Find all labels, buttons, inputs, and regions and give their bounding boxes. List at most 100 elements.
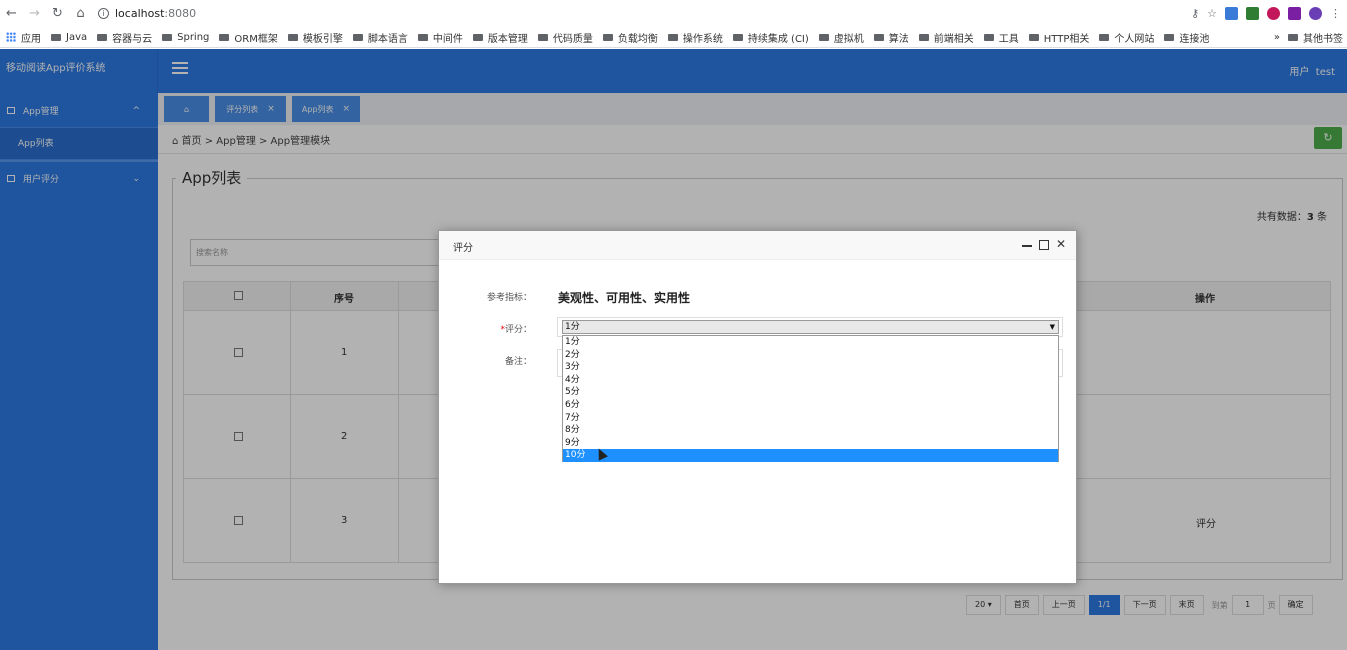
- info-icon[interactable]: i: [98, 8, 109, 19]
- bookmark-folder[interactable]: 算法: [873, 30, 909, 45]
- score-option[interactable]: 10分: [563, 449, 1058, 462]
- folder-icon: [1028, 33, 1039, 41]
- bookmark-label: 工具: [998, 33, 1019, 45]
- close-icon[interactable]: ✕: [1056, 237, 1066, 251]
- key-icon[interactable]: ⚷: [1191, 7, 1199, 20]
- score-option[interactable]: 2分: [563, 349, 1058, 362]
- dialog-header: 评分 ✕: [439, 231, 1076, 260]
- bookmark-label: 模板引擎: [302, 33, 343, 45]
- folder-icon: [219, 33, 230, 41]
- folder-icon: [602, 33, 613, 41]
- bookmark-label: Spring: [177, 31, 210, 43]
- home-icon[interactable]: ⌂: [69, 6, 92, 21]
- folder-icon: [162, 33, 173, 41]
- folder-icon: [983, 33, 994, 41]
- bookmark-label: 中间件: [432, 33, 463, 45]
- folder-icon: [51, 33, 61, 41]
- bookmark-folder[interactable]: 工具: [983, 30, 1019, 45]
- folder-icon: [818, 33, 829, 41]
- bookmark-label: 负载均衡: [617, 33, 658, 45]
- score-options-list: 1分 2分 3分 4分 5分 6分 7分 8分 9分 10分: [562, 335, 1059, 462]
- address-bar[interactable]: i localhost:8080: [98, 7, 196, 20]
- dropdown-arrow-icon: ▼: [1049, 323, 1055, 331]
- folder-icon: [732, 33, 743, 41]
- bookmark-folder[interactable]: Spring: [162, 32, 209, 43]
- bookmark-folder[interactable]: 中间件: [417, 30, 463, 45]
- back-icon[interactable]: ←: [0, 6, 23, 21]
- maximize-icon[interactable]: [1038, 240, 1049, 250]
- dialog-title: 评分: [453, 243, 473, 254]
- bookmark-folder[interactable]: HTTP相关: [1028, 30, 1090, 45]
- bookmark-label: 操作系统: [682, 33, 723, 45]
- ref-value: 美观性、可用性、实用性: [558, 291, 691, 305]
- bookmark-apps[interactable]: 应用: [6, 30, 41, 45]
- rating-dialog: 评分 ✕ 参考指标： 美观性、可用性、实用性 *评分： 备注： 1分 ▼ 1分 2…: [438, 230, 1077, 584]
- bookmark-folder[interactable]: 负载均衡: [602, 30, 658, 45]
- bookmark-folder[interactable]: Java: [51, 32, 87, 43]
- bookmark-label: 持续集成 (CI): [747, 33, 809, 45]
- score-option[interactable]: 6分: [563, 399, 1058, 412]
- bookmark-label: 前端相关: [933, 33, 974, 45]
- score-select[interactable]: 1分 ▼: [562, 320, 1059, 334]
- remark-label: 备注：: [504, 357, 532, 367]
- folder-icon: [1099, 33, 1110, 41]
- folder-icon: [97, 33, 108, 41]
- profile-avatar[interactable]: [1309, 7, 1322, 20]
- star-icon[interactable]: ☆: [1207, 7, 1217, 20]
- bookmark-folder[interactable]: 个人网站: [1099, 30, 1154, 45]
- bookmark-folder[interactable]: 其他书签: [1288, 30, 1343, 45]
- score-option[interactable]: 9分: [563, 437, 1058, 450]
- score-option[interactable]: 8分: [563, 424, 1058, 437]
- reload-icon[interactable]: ↻: [46, 6, 69, 21]
- score-option[interactable]: 4分: [563, 374, 1058, 387]
- score-option[interactable]: 5分: [563, 386, 1058, 399]
- more-bookmarks-icon[interactable]: »: [1274, 32, 1280, 43]
- score-option[interactable]: 1分: [563, 336, 1058, 349]
- extension-icon[interactable]: [1225, 7, 1238, 20]
- bookmark-label: 代码质量: [552, 33, 593, 45]
- score-label: *评分：: [500, 325, 532, 335]
- folder-icon: [667, 33, 678, 41]
- bookmark-folder[interactable]: 持续集成 (CI): [732, 30, 809, 45]
- bookmark-label: 个人网站: [1114, 33, 1155, 45]
- score-option[interactable]: 7分: [563, 412, 1058, 425]
- folder-icon: [1164, 33, 1175, 41]
- folder-icon: [417, 33, 428, 41]
- url-port: :8080: [164, 7, 197, 20]
- bookmark-folder[interactable]: 虚拟机: [818, 30, 864, 45]
- bookmark-label: 虚拟机: [833, 33, 864, 45]
- browser-actions: ⚷ ☆ ⋮: [1191, 7, 1347, 20]
- bookmark-label: HTTP相关: [1043, 33, 1090, 45]
- bookmark-folder[interactable]: 版本管理: [472, 30, 528, 45]
- bookmark-folder[interactable]: 模板引擎: [287, 30, 343, 45]
- browser-toolbar: ← → ↻ ⌂ i localhost:8080 ⚷ ☆ ⋮: [0, 0, 1347, 27]
- bookmark-label: 算法: [888, 33, 909, 45]
- more-menu-icon[interactable]: ⋮: [1330, 7, 1341, 20]
- bookmarks-overflow: » 其他书签: [1267, 30, 1343, 45]
- minimize-icon[interactable]: [1021, 245, 1032, 247]
- bookmark-folder[interactable]: 操作系统: [667, 30, 723, 45]
- extension-icon[interactable]: [1246, 7, 1259, 20]
- bookmark-label: 脚本语言: [367, 33, 408, 45]
- bookmark-folder[interactable]: 容器与云: [97, 30, 152, 45]
- apps-grid-icon: [6, 32, 16, 42]
- bookmark-folder[interactable]: 脚本语言: [352, 30, 408, 45]
- bookmark-label: ORM框架: [234, 33, 278, 45]
- folder-icon: [873, 33, 884, 41]
- forward-icon[interactable]: →: [23, 6, 46, 21]
- folder-icon: [287, 33, 298, 41]
- bookmarks-bar: 应用 Java 容器与云 Spring ORM框架 模板引擎 脚本语言 中间件 版本管理 代码质量…: [0, 27, 1347, 48]
- bookmark-folder[interactable]: 前端相关: [918, 30, 974, 45]
- extension-icon[interactable]: [1267, 7, 1280, 20]
- folder-icon: [472, 33, 483, 41]
- score-option[interactable]: 3分: [563, 361, 1058, 374]
- folder-icon: [537, 33, 548, 41]
- bookmark-label: 应用: [21, 33, 41, 45]
- bookmark-label: 版本管理: [487, 33, 528, 45]
- bookmark-folder[interactable]: 连接池: [1164, 30, 1209, 45]
- selected-value: 1分: [565, 322, 580, 332]
- bookmark-folder[interactable]: 代码质量: [537, 30, 593, 45]
- bookmark-folder[interactable]: ORM框架: [219, 30, 278, 45]
- url-host: localhost: [115, 7, 165, 20]
- extension-icon[interactable]: [1288, 7, 1301, 20]
